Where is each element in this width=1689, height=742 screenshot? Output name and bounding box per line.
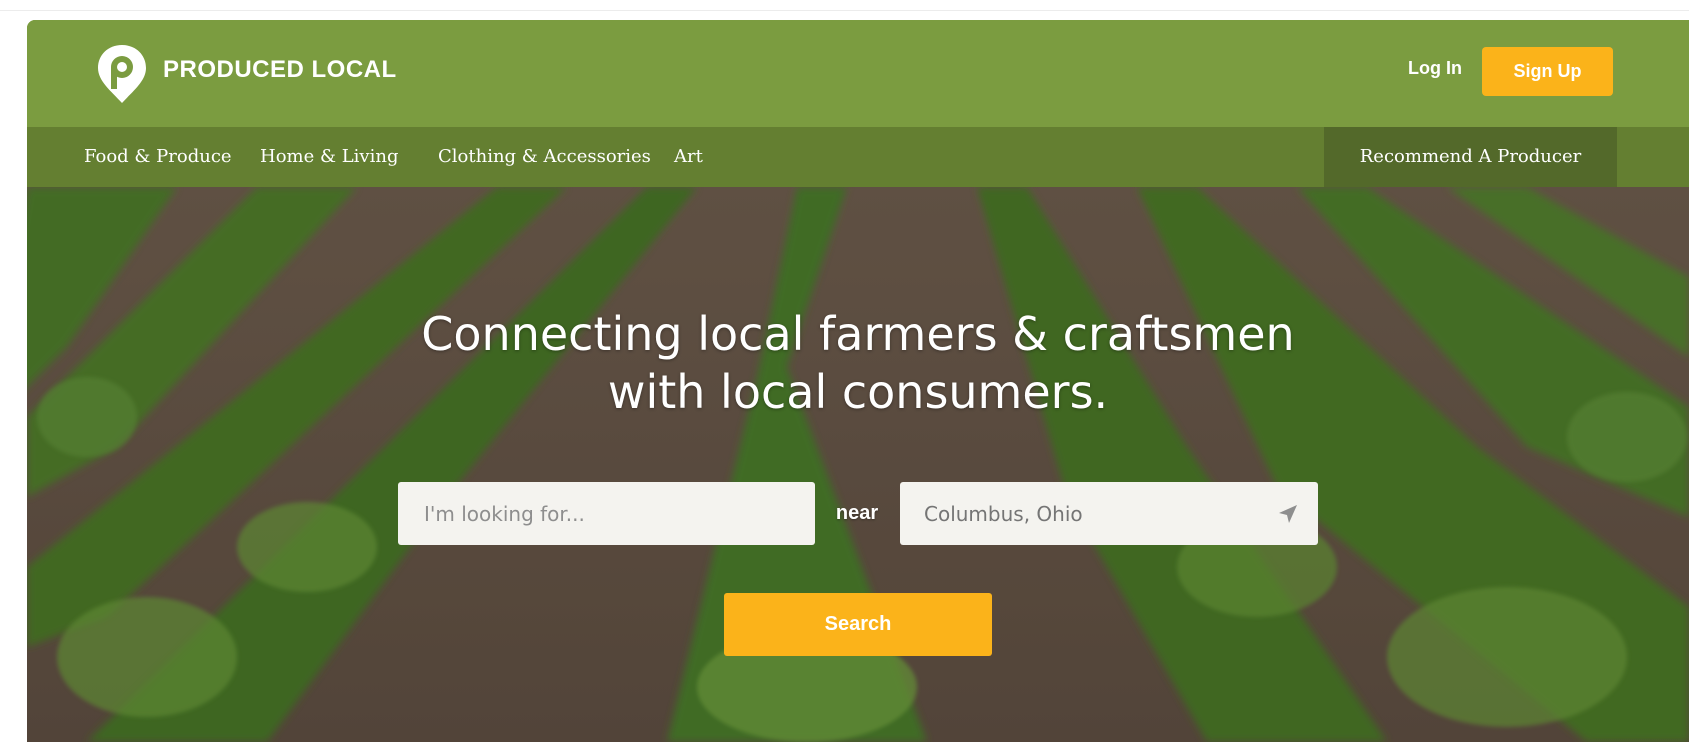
hero-title-line-2: with local consumers. (607, 365, 1109, 419)
site-header: PRODUCED LOCAL Log In Sign Up (27, 20, 1689, 127)
vineyard-background-image (27, 187, 1689, 742)
location-arrow-icon[interactable] (1276, 502, 1300, 526)
signup-button[interactable]: Sign Up (1482, 47, 1613, 96)
map-pin-p-icon (95, 43, 149, 105)
logo-text: PRODUCED LOCAL (163, 56, 397, 83)
nav-tail (1617, 127, 1689, 187)
category-nav: Food & Produce Home & Living Clothing & … (27, 127, 1689, 187)
hero-title: Connecting local farmers & craftsmen wit… (27, 305, 1689, 421)
hero: Connecting local farmers & craftsmen wit… (27, 187, 1689, 742)
logo[interactable]: PRODUCED LOCAL (95, 43, 397, 105)
nav-item-clothing-accessories[interactable]: Clothing & Accessories (438, 127, 651, 187)
recommend-producer-button[interactable]: Recommend A Producer (1324, 127, 1617, 187)
search-input[interactable] (398, 482, 815, 545)
search-button[interactable]: Search (724, 593, 992, 656)
browser-top-edge (0, 0, 1689, 11)
page: PRODUCED LOCAL Log In Sign Up Food & Pro… (27, 20, 1689, 742)
hero-title-line-1: Connecting local farmers & craftsmen (421, 307, 1295, 361)
nav-item-home-living[interactable]: Home & Living (260, 127, 398, 187)
location-field (900, 482, 1318, 545)
login-link[interactable]: Log In (1408, 58, 1462, 79)
near-label: near (835, 502, 879, 524)
nav-item-food-produce[interactable]: Food & Produce (84, 127, 232, 187)
nav-item-art[interactable]: Art (674, 127, 703, 187)
location-input[interactable] (900, 482, 1260, 545)
